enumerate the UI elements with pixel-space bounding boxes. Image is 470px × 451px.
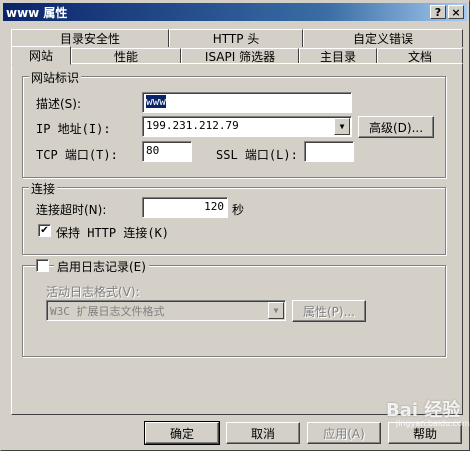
help-title-button[interactable]: ?: [430, 5, 446, 19]
log-format-label: 活动日志格式(V):: [46, 285, 140, 299]
description-input[interactable]: www: [142, 92, 352, 113]
keep-alive-label: 保持 HTTP 连接(K): [56, 226, 170, 240]
tab-directory-security[interactable]: 目录安全性: [11, 29, 169, 47]
ip-address-label: IP 地址(I):: [36, 122, 111, 136]
log-format-value: W3C 扩展日志文件格式: [50, 305, 165, 318]
website-tab-panel: 网站标识 描述(S): www IP 地址(I): 199.231.212.79…: [11, 63, 463, 415]
ssl-port-input[interactable]: [304, 141, 354, 162]
connection-title: 连接: [29, 180, 58, 197]
description-label: 描述(S):: [36, 97, 82, 111]
tab-performance[interactable]: 性能: [71, 48, 181, 64]
tab-home-directory[interactable]: 主目录: [299, 48, 377, 64]
enable-logging-label: 启用日志记录(E): [54, 258, 149, 275]
keep-alive-checkbox[interactable]: ✔: [38, 224, 51, 237]
close-title-button[interactable]: ×: [448, 5, 464, 19]
site-identification-title: 网站标识: [29, 69, 82, 86]
tcp-port-label: TCP 端口(T):: [36, 148, 118, 162]
tab-documents[interactable]: 文档: [377, 48, 463, 64]
timeout-unit-label: 秒: [232, 203, 245, 217]
ip-address-value: 199.231.212.79: [146, 119, 239, 132]
title-bar: www 属性 ? ×: [3, 3, 467, 21]
connection-timeout-label: 连接超时(N):: [36, 203, 107, 217]
baidu-watermark-url: jingyan.baidu.com: [396, 419, 470, 428]
enable-logging-checkbox[interactable]: [36, 259, 49, 272]
tab-isapi-filters[interactable]: ISAPI 筛选器: [181, 48, 299, 64]
tab-website[interactable]: 网站: [11, 46, 71, 65]
window-title: www 属性: [6, 5, 68, 20]
properties-dialog: www 属性 ? × 目录安全性 HTTP 头 自定义错误 网站 性能 ISAP…: [0, 0, 470, 451]
tcp-port-input[interactable]: 80: [142, 141, 192, 162]
connection-group: 连接: [22, 180, 446, 255]
log-format-combo[interactable]: W3C 扩展日志文件格式 ▼: [46, 300, 286, 321]
advanced-button[interactable]: 高级(D)...: [358, 116, 434, 138]
cancel-button[interactable]: 取消: [226, 422, 300, 444]
apply-button[interactable]: 应用(A): [307, 422, 381, 444]
ip-address-combo[interactable]: 199.231.212.79 ▼: [142, 116, 352, 137]
ssl-port-label: SSL 端口(L):: [216, 148, 298, 162]
ok-button[interactable]: 确定: [144, 421, 220, 445]
log-properties-button[interactable]: 属性(P)...: [292, 300, 366, 322]
chevron-down-icon[interactable]: ▼: [268, 302, 284, 319]
connection-timeout-input[interactable]: 120: [142, 197, 228, 218]
checkmark-icon: ✔: [40, 224, 49, 236]
chevron-down-icon[interactable]: ▼: [334, 118, 350, 135]
tab-http-headers[interactable]: HTTP 头: [169, 29, 303, 47]
tab-custom-errors[interactable]: 自定义错误: [303, 29, 463, 47]
description-value: www: [146, 95, 166, 108]
